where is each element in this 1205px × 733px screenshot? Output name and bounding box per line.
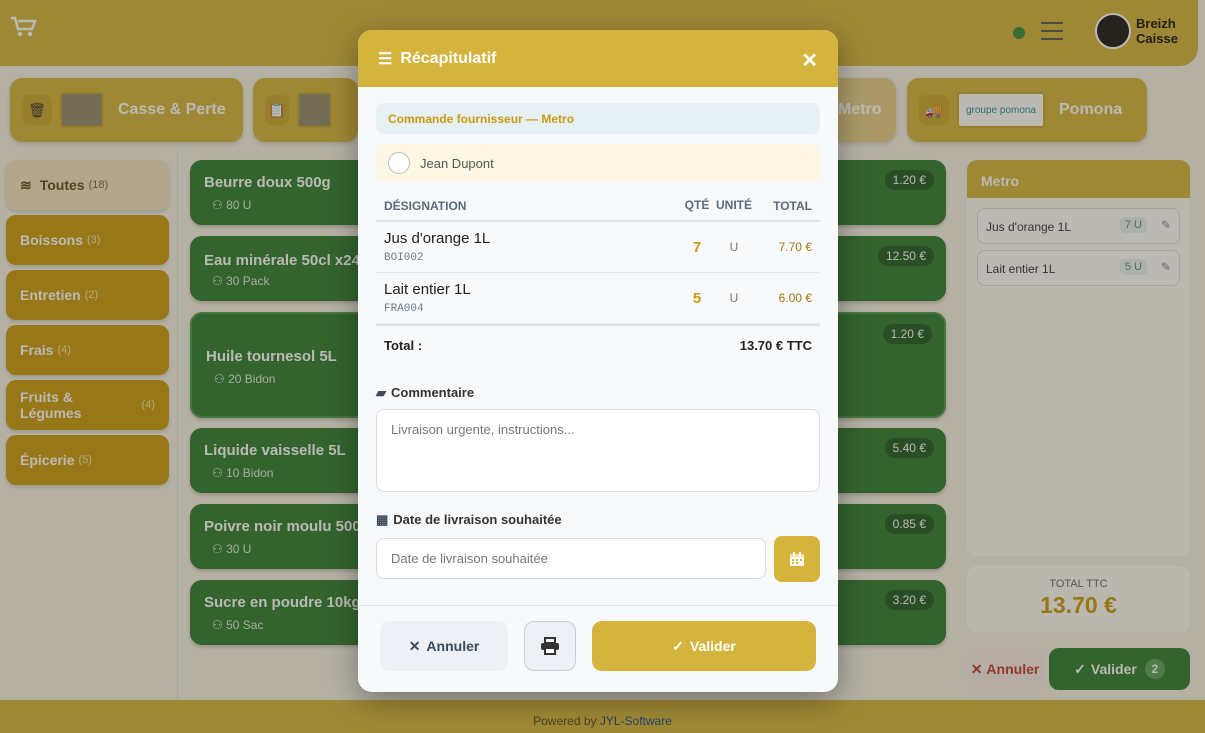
order-table: DÉSIGNATION QTÉ UNITÉ TOTAL Jus d'orange… — [376, 190, 820, 324]
calendar-button[interactable] — [774, 536, 820, 582]
user-name: Jean Dupont — [420, 155, 494, 171]
comment-label-text: Commentaire — [391, 385, 475, 400]
modal-footer: ✕ Annuler ✓ Valider — [358, 605, 838, 692]
order-total-label: Total : — [384, 338, 423, 353]
modal-validate-button[interactable]: ✓ Valider — [592, 621, 816, 671]
date-row: Date de livraison souhaitée — [376, 536, 820, 582]
summary-modal: ☰ Récapitulatif ✕ Commande fournisseur —… — [358, 30, 838, 692]
comment-textarea[interactable]: Livraison urgente, instructions... — [376, 409, 820, 492]
row-code: BOI002 — [384, 252, 424, 264]
user-box: Jean Dupont — [376, 144, 820, 182]
date-label-text: Date de livraison souhaitée — [393, 512, 562, 527]
printer-icon — [541, 637, 559, 655]
calendar-icon: ▦ — [376, 512, 389, 527]
row-name: Jus d'orange 1L — [384, 230, 491, 247]
date-input[interactable]: Date de livraison souhaitée — [376, 538, 766, 579]
col-qty: QTÉ — [680, 190, 714, 222]
modal-body: Commande fournisseur — Metro Jean Dupont… — [376, 103, 820, 582]
row-name: Lait entier 1L — [384, 281, 471, 298]
col-total: TOTAL — [754, 190, 820, 222]
modal-title: Récapitulatif — [400, 49, 497, 67]
close-icon[interactable]: ✕ — [801, 48, 818, 73]
row-unit: U — [714, 221, 754, 273]
modal-cancel-button[interactable]: ✕ Annuler — [380, 621, 508, 671]
comment-placeholder: Livraison urgente, instructions... — [391, 422, 575, 437]
order-total-value: 13.70 € TTC — [739, 338, 812, 353]
close-icon: ✕ — [408, 637, 421, 654]
table-row: Jus d'orange 1L BOI002 7 U 7.70 € — [376, 221, 820, 273]
col-designation: DÉSIGNATION — [376, 190, 680, 222]
comment-icon: ▰ — [376, 385, 386, 400]
list-icon: ☰ — [378, 50, 393, 68]
row-unit: U — [714, 272, 754, 324]
date-placeholder: Date de livraison souhaitée — [391, 551, 548, 566]
table-row: Lait entier 1L FRA004 5 U 6.00 € — [376, 272, 820, 324]
row-code: FRA004 — [384, 303, 424, 315]
calendar-icon — [790, 552, 804, 566]
row-qty: 5 — [680, 272, 714, 324]
order-label: Commande fournisseur — Metro — [376, 103, 820, 134]
comment-label: ▰ Commentaire — [376, 385, 820, 401]
row-total: 7.70 € — [754, 221, 820, 273]
modal-cancel-label: Annuler — [426, 638, 480, 654]
col-unit: UNITÉ — [714, 190, 754, 222]
row-qty: 7 — [680, 221, 714, 273]
check-icon: ✓ — [672, 637, 684, 654]
date-label: ▦ Date de livraison souhaitée — [376, 512, 820, 528]
avatar — [388, 152, 410, 174]
row-total: 6.00 € — [754, 272, 820, 324]
modal-header: ☰ Récapitulatif ✕ — [358, 30, 838, 87]
order-total: Total : 13.70 € TTC — [376, 324, 820, 365]
modal-validate-label: Valider — [689, 638, 736, 654]
print-button[interactable] — [524, 621, 576, 671]
